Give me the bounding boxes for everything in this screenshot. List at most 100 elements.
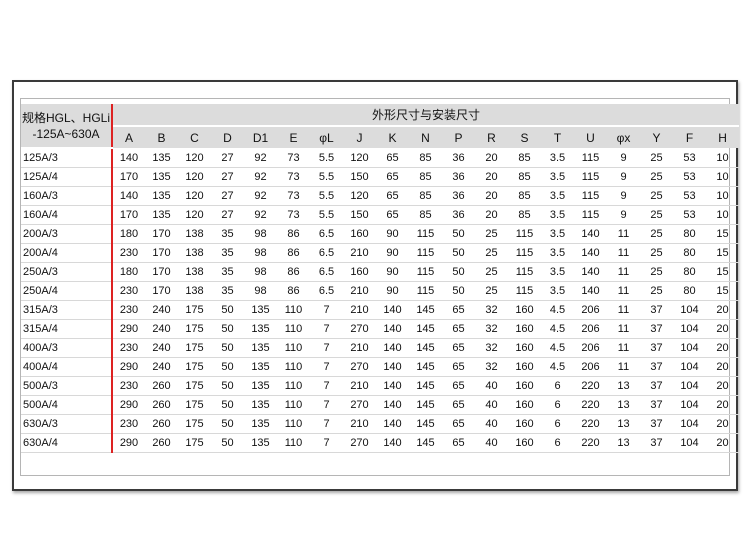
value-cell: 104	[673, 376, 706, 396]
value-cell: 40	[475, 433, 508, 453]
value-cell: 90	[376, 262, 409, 282]
spec-cell: 500A/4	[21, 395, 113, 415]
value-cell: 65	[442, 433, 475, 453]
value-cell: 6	[541, 414, 574, 434]
value-cell: 13	[607, 414, 640, 434]
spec-cell: 630A/3	[21, 414, 113, 434]
value-cell: 15	[706, 224, 740, 244]
value-cell: 5.5	[310, 186, 343, 206]
value-cell: 92	[244, 167, 277, 187]
table-row: 630A/4 290 260 175 50 135 110 7 270 140 145 65 40 160…	[21, 433, 740, 453]
table-row: 630A/3 230 260 175 50 135 110 7 210 140 145 65 40 160…	[21, 414, 740, 434]
value-cell: 175	[178, 357, 211, 377]
value-cell: 240	[145, 357, 178, 377]
value-cell: 160	[508, 395, 541, 415]
value-cell: 85	[409, 186, 442, 206]
value-cell: 11	[607, 357, 640, 377]
value-cell: 20	[706, 357, 740, 377]
value-cell: 35	[211, 262, 244, 282]
value-cell: 145	[409, 300, 442, 320]
value-cell: 7	[310, 395, 343, 415]
value-cell: 115	[508, 243, 541, 263]
value-cell: 290	[112, 433, 145, 453]
value-cell: 180	[112, 224, 145, 244]
value-cell: 206	[574, 300, 607, 320]
value-cell: 138	[178, 224, 211, 244]
value-cell: 170	[145, 224, 178, 244]
value-cell: 145	[409, 376, 442, 396]
table-header: 规格HGL、HGLi -125A~630A 外形尺寸与安装尺寸 A B C D D1 Eφ…	[21, 104, 740, 149]
value-cell: 4.5	[541, 319, 574, 339]
value-cell: 7	[310, 376, 343, 396]
value-cell: 270	[343, 319, 376, 339]
value-cell: 25	[640, 205, 673, 225]
value-cell: 135	[145, 205, 178, 225]
value-cell: 175	[178, 319, 211, 339]
value-cell: 50	[211, 319, 244, 339]
value-cell: 140	[376, 414, 409, 434]
value-cell: 104	[673, 414, 706, 434]
value-cell: 240	[145, 319, 178, 339]
value-cell: 37	[640, 357, 673, 377]
value-cell: 230	[112, 281, 145, 301]
value-cell: 50	[211, 300, 244, 320]
value-cell: 37	[640, 319, 673, 339]
value-cell: 210	[343, 338, 376, 358]
value-cell: 92	[244, 148, 277, 168]
value-cell: 65	[376, 186, 409, 206]
value-cell: 110	[277, 357, 310, 377]
value-cell: 210	[343, 376, 376, 396]
column-header: Y	[640, 126, 673, 148]
value-cell: 92	[244, 186, 277, 206]
value-cell: 135	[244, 433, 277, 453]
value-cell: 175	[178, 395, 211, 415]
value-cell: 230	[112, 414, 145, 434]
value-cell: 230	[112, 300, 145, 320]
value-cell: 7	[310, 319, 343, 339]
value-cell: 85	[508, 186, 541, 206]
value-cell: 98	[244, 262, 277, 282]
value-cell: 160	[508, 433, 541, 453]
value-cell: 210	[343, 243, 376, 263]
table-frame: 规格HGL、HGLi -125A~630A 外形尺寸与安装尺寸 A B C D D1 Eφ…	[12, 80, 740, 491]
value-cell: 80	[673, 262, 706, 282]
value-cell: 175	[178, 300, 211, 320]
value-cell: 20	[706, 300, 740, 320]
value-cell: 80	[673, 281, 706, 301]
value-cell: 115	[409, 281, 442, 301]
column-header: U	[574, 126, 607, 148]
spec-header-line1: 规格HGL、HGLi	[21, 110, 110, 125]
value-cell: 80	[673, 224, 706, 244]
column-header: B	[145, 126, 178, 148]
table-row: 250A/4 230 170 138 35 98 86 6.5 210 90 115 50 25 115 3…	[21, 281, 740, 301]
value-cell: 85	[409, 148, 442, 168]
value-cell: 104	[673, 300, 706, 320]
spec-cell: 400A/4	[21, 357, 113, 377]
value-cell: 135	[244, 414, 277, 434]
column-header: F	[673, 126, 706, 148]
value-cell: 86	[277, 262, 310, 282]
value-cell: 90	[376, 243, 409, 263]
value-cell: 170	[145, 262, 178, 282]
value-cell: 9	[607, 186, 640, 206]
value-cell: 104	[673, 357, 706, 377]
value-cell: 32	[475, 319, 508, 339]
value-cell: 50	[442, 243, 475, 263]
value-cell: 25	[640, 167, 673, 187]
value-cell: 25	[640, 243, 673, 263]
value-cell: 11	[607, 338, 640, 358]
value-cell: 110	[277, 300, 310, 320]
value-cell: 50	[442, 224, 475, 244]
value-cell: 73	[277, 167, 310, 187]
value-cell: 92	[244, 205, 277, 225]
value-cell: 53	[673, 167, 706, 187]
value-cell: 140	[376, 433, 409, 453]
value-cell: 3.5	[541, 205, 574, 225]
value-cell: 11	[607, 281, 640, 301]
table-body: 125A/3 140 135 120 27 92 73 5.5 120 65 85 36 20 85 3.5…	[21, 148, 740, 453]
value-cell: 85	[409, 205, 442, 225]
value-cell: 270	[343, 433, 376, 453]
value-cell: 140	[112, 148, 145, 168]
value-cell: 6.5	[310, 243, 343, 263]
value-cell: 40	[475, 414, 508, 434]
